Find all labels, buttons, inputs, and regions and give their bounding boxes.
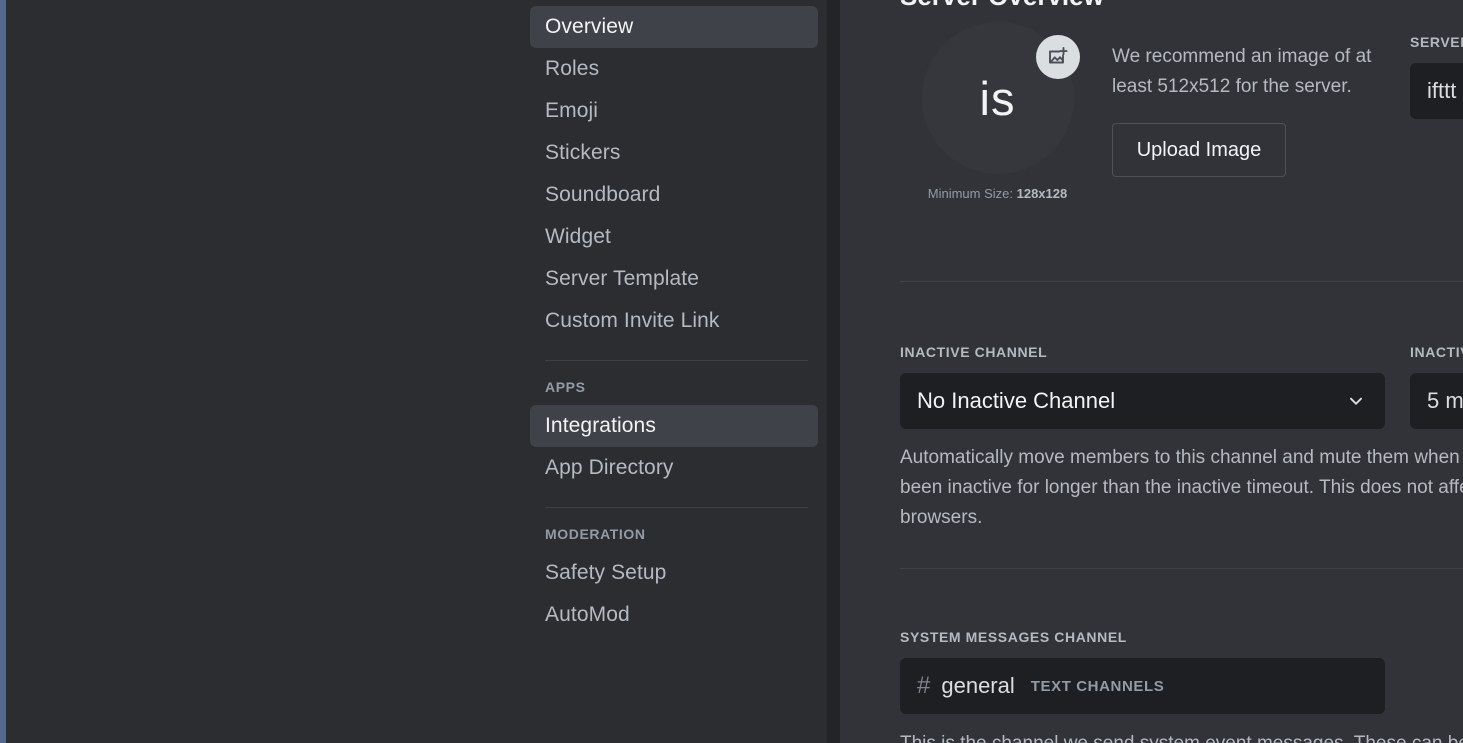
sidebar-item-label: Custom Invite Link	[545, 309, 720, 332]
sidebar-item-widget[interactable]: Widget	[530, 216, 818, 258]
sidebar-item-label: Soundboard	[545, 183, 661, 206]
chevron-down-icon	[1345, 390, 1367, 412]
upload-column: We recommend an image of at least 512x51…	[1112, 22, 1412, 201]
sidebar-divider	[545, 360, 808, 361]
sidebar-item-roles[interactable]: Roles	[530, 48, 818, 90]
sidebar-section-moderation: MODERATION	[545, 526, 646, 542]
inactive-channel-helper: Automatically move members to this chann…	[900, 447, 1463, 528]
sidebar-divider	[545, 507, 808, 508]
section-divider	[900, 568, 1463, 569]
sidebar-item-safety-setup[interactable]: Safety Setup	[530, 552, 818, 594]
sidebar-item-label: Stickers	[545, 141, 621, 164]
sidebar-item-label: Overview	[545, 15, 634, 38]
sidebar-item-label: Widget	[545, 225, 611, 248]
recommend-text: We recommend an image of at least 512x51…	[1112, 46, 1372, 97]
system-messages-channel-select[interactable]: # general TEXT CHANNELS	[900, 658, 1385, 714]
page-title: Server Overview	[900, 0, 1104, 12]
sidebar-item-overview[interactable]: Overview	[530, 6, 818, 48]
server-icon-section: is Minimum Size: 128x128 We recommend an…	[900, 22, 1412, 201]
sidebar-item-label: Emoji	[545, 99, 599, 122]
sidebar-item-custom-invite-link[interactable]: Custom Invite Link	[530, 300, 818, 342]
inactive-channel-value: No Inactive Channel	[917, 388, 1116, 413]
system-messages-helper: This is the channel we send system event…	[900, 729, 1463, 743]
inactive-channel-section: INACTIVE CHANNEL No Inactive Channel Aut…	[900, 344, 1463, 533]
sidebar-item-label: Roles	[545, 57, 600, 80]
hash-icon: #	[917, 672, 931, 699]
minimum-size-note: Minimum Size: 128x128	[928, 186, 1067, 201]
upload-image-button[interactable]: Upload Image	[1112, 123, 1286, 177]
system-messages-section: SYSTEM MESSAGES CHANNEL # general TEXT C…	[900, 629, 1385, 714]
sidebar-item-integrations[interactable]: Integrations	[530, 405, 818, 447]
server-name-input[interactable]: ifttt	[1410, 63, 1463, 119]
settings-sidebar: Overview Roles Emoji Stickers Soundboard…	[520, 0, 827, 743]
inactive-timeout-section: INACTIVE TIMEOUT 5 minutes	[1410, 344, 1463, 429]
inactive-timeout-select[interactable]: 5 minutes	[1410, 373, 1463, 429]
sidebar-item-automod[interactable]: AutoMod	[530, 594, 818, 636]
sidebar-item-stickers[interactable]: Stickers	[530, 132, 818, 174]
inactive-timeout-label: INACTIVE TIMEOUT	[1410, 344, 1463, 360]
sidebar-item-label: Integrations	[545, 414, 656, 437]
sidebar-content-divider	[827, 0, 840, 743]
server-avatar-initials: is	[979, 71, 1016, 125]
server-name-section: SERVER NAME ifttt	[1410, 34, 1463, 119]
minimum-size-prefix: Minimum Size:	[927, 186, 1017, 201]
discord-server-settings-screen: Overview Roles Emoji Stickers Soundboard…	[0, 0, 1463, 743]
add-image-icon[interactable]	[1035, 35, 1080, 79]
sidebar-item-server-template[interactable]: Server Template	[530, 258, 818, 300]
sidebar-item-app-directory[interactable]: App Directory	[530, 447, 818, 489]
system-channel-name: general	[941, 673, 1015, 698]
inactive-channel-select[interactable]: No Inactive Channel	[900, 373, 1385, 429]
server-avatar-wrapper: is	[921, 22, 1080, 174]
sidebar-section-apps: APPS	[545, 379, 586, 395]
sidebar-item-label: App Directory	[545, 456, 674, 479]
left-backdrop-panel	[6, 0, 520, 743]
sidebar-item-label: AutoMod	[545, 603, 630, 626]
inactive-channel-label: INACTIVE CHANNEL	[900, 344, 1048, 360]
sidebar-item-emoji[interactable]: Emoji	[530, 90, 818, 132]
system-channel-category: TEXT CHANNELS	[1030, 677, 1165, 695]
system-messages-label: SYSTEM MESSAGES CHANNEL	[900, 629, 1127, 645]
sidebar-item-soundboard[interactable]: Soundboard	[530, 174, 818, 216]
minimum-size-value: 128x128	[1016, 186, 1068, 201]
sidebar-item-label: Server Template	[545, 267, 700, 290]
server-icon-column: is Minimum Size: 128x128	[900, 22, 1095, 201]
section-divider	[900, 281, 1463, 282]
server-name-label: SERVER NAME	[1410, 34, 1463, 50]
server-overview-panel: Server Overview is Min	[840, 0, 1463, 743]
sidebar-item-label: Safety Setup	[545, 561, 667, 584]
